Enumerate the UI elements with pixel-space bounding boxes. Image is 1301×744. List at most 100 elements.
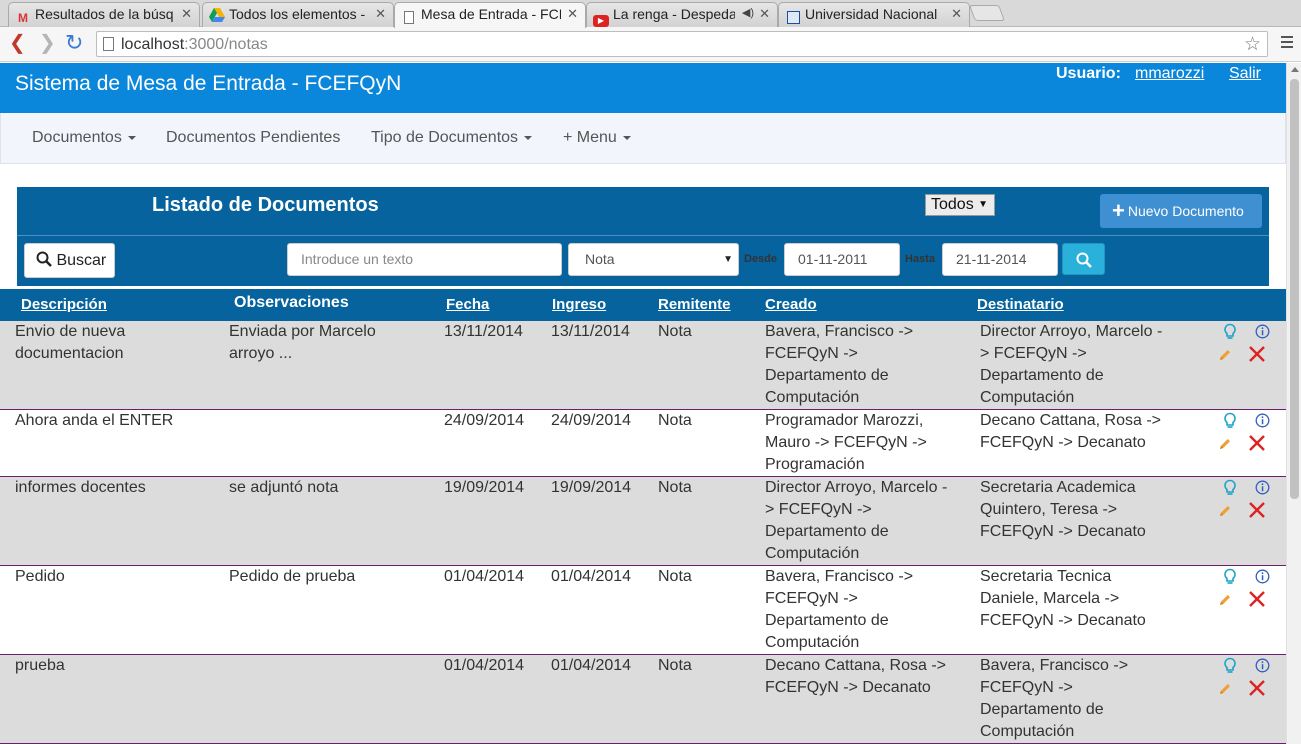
cell-line: Pedido de prueba (229, 568, 356, 585)
browser-tab-drive[interactable]: Todos los elementos - ✕ (202, 2, 394, 27)
pencil-icon[interactable] (1218, 682, 1234, 698)
close-icon[interactable]: ✕ (375, 6, 386, 22)
delete-x-icon[interactable] (1248, 345, 1265, 362)
column-destinatario[interactable]: Destinatario (977, 296, 1064, 313)
column-descripcion[interactable]: Descripción (21, 296, 107, 313)
cell-line: FCEFQyN -> (765, 590, 858, 607)
address-bar[interactable]: localhost:3000/notas ☆ (96, 31, 1268, 57)
filter-search-button[interactable] (1062, 243, 1105, 275)
close-icon[interactable]: ✕ (567, 6, 578, 22)
info-icon[interactable] (1255, 480, 1271, 496)
cell-line: Computación (765, 389, 860, 406)
delete-x-icon[interactable] (1248, 679, 1265, 696)
user-label: Usuario: (1056, 65, 1121, 82)
desde-date-input[interactable]: 01-11-2011 (784, 243, 900, 276)
cell-ingreso: 13/11/2014 (551, 323, 630, 340)
cell-line: se adjuntó nota (229, 479, 339, 496)
pencil-icon[interactable] (1218, 437, 1234, 453)
cell-remitente: Nota (658, 657, 692, 674)
scroll-up-arrow-icon[interactable] (1291, 67, 1299, 72)
pencil-icon[interactable] (1218, 504, 1234, 520)
cell-destinatario: Secretaria Academica Quintero, Teresa -> F… (980, 477, 1146, 543)
lightbulb-icon[interactable] (1222, 479, 1238, 495)
cell-ingreso: 01/04/2014 (551, 568, 632, 585)
document-type-select[interactable]: Nota ▼ (568, 243, 739, 276)
search-input[interactable]: Introduce un texto (287, 243, 562, 276)
cell-line: Departamento de (765, 523, 889, 540)
column-ingreso[interactable]: Ingreso (552, 296, 606, 313)
close-icon[interactable]: ✕ (181, 6, 192, 22)
nav-menu[interactable]: + Menu (563, 129, 631, 147)
cell-descripcion: prueba (15, 655, 65, 677)
scrollbar-thumb[interactable] (1290, 79, 1299, 499)
panel-divider (17, 235, 1269, 236)
page-icon (103, 37, 114, 51)
page-icon (401, 10, 417, 26)
lightbulb-icon[interactable] (1222, 412, 1238, 428)
table-row: Envio de nueva documentacion Enviada por M… (0, 321, 1286, 410)
lightbulb-icon[interactable] (1222, 657, 1238, 673)
close-icon[interactable]: ✕ (951, 6, 962, 22)
browser-tab-youtube[interactable]: ▶ La renga - Despedaz ◀) ✕ (586, 2, 778, 27)
tab-title: Resultados de la búsq (35, 6, 174, 22)
search-button[interactable]: Buscar (24, 243, 115, 278)
new-document-button[interactable]: + Nuevo Documento (1100, 194, 1262, 228)
close-icon[interactable]: ✕ (759, 6, 770, 22)
cell-line: informes docentes (15, 479, 146, 496)
cell-creado: Decano Cattana, Rosa -> FCEFQyN -> Decana… (765, 655, 946, 699)
logout-link[interactable]: Salir (1229, 65, 1261, 83)
pencil-icon[interactable] (1218, 593, 1234, 609)
info-icon[interactable] (1255, 324, 1271, 340)
table-row: Ahora anda el ENTER 24/09/2014 24/09/2014 N… (0, 410, 1286, 477)
cell-ingreso: 19/09/2014 (551, 479, 632, 496)
delete-x-icon[interactable] (1248, 501, 1265, 518)
delete-x-icon[interactable] (1248, 590, 1265, 607)
column-remitente[interactable]: Remitente (658, 296, 731, 313)
scope-select[interactable]: Todos ▼ (925, 194, 995, 216)
column-fecha[interactable]: Fecha (446, 296, 489, 313)
info-icon[interactable] (1255, 569, 1271, 585)
cell-line: Computación (765, 545, 860, 562)
cell-fecha: 13/11/2014 (444, 323, 523, 340)
browser-menu-icon[interactable] (1281, 36, 1293, 51)
cell-line: documentacion (15, 345, 124, 362)
info-icon[interactable] (1255, 658, 1271, 674)
browser-tab-universidad[interactable]: Universidad Nacional ✕ (778, 2, 970, 27)
search-icon (1076, 252, 1092, 268)
tab-title: Todos los elementos - (229, 6, 366, 22)
reload-icon[interactable]: ↻ (65, 32, 83, 54)
cell-line: FCEFQyN -> Decanato (980, 523, 1146, 540)
nav-tipo-documentos[interactable]: Tipo de Documentos (371, 129, 533, 147)
lightbulb-icon[interactable] (1222, 568, 1238, 584)
lightbulb-icon[interactable] (1222, 323, 1238, 339)
cell-remitente: Nota (658, 479, 692, 496)
delete-x-icon[interactable] (1248, 434, 1265, 451)
cell-line: Envio de nueva (15, 323, 126, 340)
info-icon[interactable] (1255, 413, 1271, 429)
cell-line: FCEFQyN -> (765, 345, 858, 362)
cell-remitente: Nota (658, 412, 692, 429)
cell-creado: Bavera, Francisco -> FCEFQyN -> Departamen… (765, 321, 913, 409)
cell-creado: Director Arroyo, Marcelo - > FCEFQyN -> De… (765, 477, 947, 565)
tab-title: La renga - Despedaz (613, 6, 735, 22)
nav-documentos-pendientes[interactable]: Documentos Pendientes (166, 129, 340, 147)
forward-icon[interactable]: ❯ (39, 33, 56, 53)
url-text: localhost:3000/notas (121, 36, 268, 53)
new-tab-button[interactable] (969, 5, 1005, 21)
browser-tab-mesa-entrada[interactable]: Mesa de Entrada - FCE ✕ (394, 2, 586, 28)
column-creado[interactable]: Creado (765, 296, 817, 313)
cell-line: Departamento de (980, 367, 1104, 384)
desde-label: Desde (744, 253, 778, 265)
page-scrollbar[interactable] (1286, 63, 1301, 744)
app-title: Sistema de Mesa de Entrada - FCEFQyN (15, 72, 402, 95)
nav-documentos[interactable]: Documentos (32, 129, 136, 147)
back-icon[interactable]: ❮ (9, 33, 26, 53)
bookmark-star-icon[interactable]: ☆ (1244, 33, 1261, 56)
username-link[interactable]: mmarozzi (1135, 65, 1204, 83)
cell-descripcion: Envio de nueva documentacion (15, 321, 125, 365)
cell-line: Computación (980, 389, 1075, 406)
pencil-icon[interactable] (1218, 348, 1234, 364)
hasta-date-input[interactable]: 21-11-2014 (942, 243, 1058, 276)
cell-line: FCEFQyN -> (980, 679, 1073, 696)
browser-tab-gmail[interactable]: M Resultados de la búsq ✕ (8, 2, 200, 27)
